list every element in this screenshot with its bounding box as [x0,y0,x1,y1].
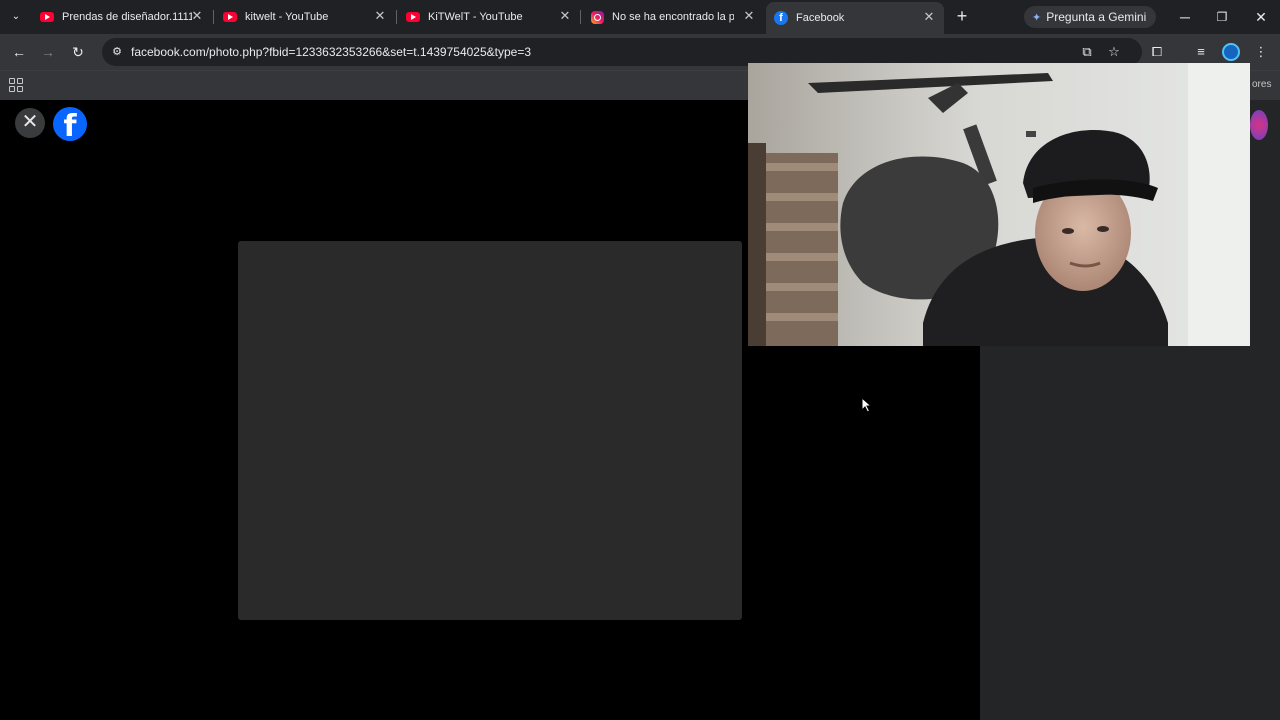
close-icon[interactable]: ✕ [558,9,572,23]
close-icon[interactable]: ✕ [373,9,387,23]
profile-avatar-peek[interactable] [1250,110,1268,140]
tab-search-chevron-icon[interactable]: ⌄ [8,9,24,25]
gemini-label: Pregunta a Gemini [1046,10,1147,24]
new-tab-plus-icon[interactable]: + [952,6,972,26]
tab-instagram[interactable]: No se ha encontrado la pág ✕ [582,4,764,30]
facebook-logo[interactable]: f [53,107,87,141]
tab-facebook[interactable]: f Facebook ✕ [766,2,944,34]
close-icon[interactable]: ✕ [922,10,936,24]
youtube-icon [223,10,237,24]
tab-title: Prendas de diseñador.1111 [62,11,192,23]
forward-arrow-icon[interactable]: → [38,42,58,62]
tab-title: KiTWelT - YouTube [428,11,523,23]
media-queue-icon[interactable]: ≡ [1192,43,1210,61]
close-icon[interactable]: ✕ [742,9,756,23]
gemini-button[interactable]: ✦ Pregunta a Gemini [1024,6,1157,28]
bookmark-star-icon[interactable]: ☆ [1106,44,1122,60]
bookmark-overflow-text[interactable]: ores [1252,79,1271,90]
extensions-puzzle-icon[interactable]: ⧠ [1148,43,1166,61]
tab-strip: ⌄ Prendas de diseñador.1111 ✕ kitwelt - … [0,0,1280,34]
tab-kitwelt[interactable]: kitwelt - YouTube ✕ [215,4,395,30]
menu-kebab-icon[interactable]: ⋮ [1252,43,1270,61]
restore-icon[interactable]: ❐ [1211,6,1233,28]
gemini-sparkle-icon: ✦ [1032,11,1042,24]
tab-divider [580,10,581,24]
facebook-icon: f [774,11,788,25]
youtube-icon [406,10,420,24]
webcam-feed-image [748,63,1250,346]
close-icon[interactable]: ✕ [190,9,204,23]
profile-avatar[interactable] [1222,43,1240,61]
url-text[interactable]: facebook.com/photo.php?fbid=123363235326… [131,45,531,59]
minimize-icon[interactable]: ─ [1174,6,1196,28]
install-app-icon[interactable]: ⧉ [1079,44,1095,60]
instagram-icon [590,10,604,24]
back-arrow-icon[interactable]: ← [9,42,29,62]
tab-title: No se ha encontrado la pág [612,11,734,23]
tab-title: Facebook [796,12,845,24]
tab-prendas[interactable]: Prendas de diseñador.1111 ✕ [32,4,212,30]
mouse-cursor-icon [861,397,873,413]
tab-divider [213,10,214,24]
apps-grid-icon[interactable] [9,78,23,92]
site-info-icon[interactable]: ⚙ [110,45,124,59]
close-viewer-button[interactable]: ✕ [15,108,45,138]
tab-kitwelt-2[interactable]: KiTWelT - YouTube ✕ [398,4,580,30]
tab-divider [396,10,397,24]
address-bar[interactable]: ⚙ facebook.com/photo.php?fbid=1233632353… [102,38,1142,66]
photo-loading-placeholder [238,241,742,620]
webcam-overlay [748,63,1250,346]
reload-icon[interactable]: ↻ [68,42,88,62]
window-close-icon[interactable]: ✕ [1250,6,1272,28]
tab-title: kitwelt - YouTube [245,11,329,23]
youtube-icon [40,10,54,24]
